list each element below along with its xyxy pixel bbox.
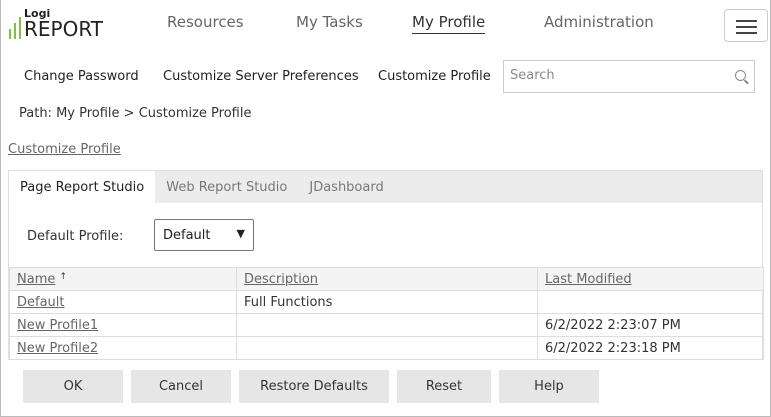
window: Logi REPORT Resources My Tasks My Profile… — [0, 0, 771, 417]
profile-name-link[interactable]: New Profile1 — [17, 318, 98, 333]
modified-cell: 6/2/2022 2:23:07 PM — [537, 313, 764, 337]
customize-profile-link[interactable]: Customize Profile — [8, 142, 121, 157]
modified-cell — [537, 290, 764, 314]
hamburger-menu-button[interactable] — [724, 9, 768, 42]
logi-report-logo[interactable]: Logi REPORT — [9, 8, 103, 39]
logo-main: REPORT — [24, 17, 103, 41]
logo-bars-icon — [9, 11, 21, 39]
header-last-modified[interactable]: Last Modified — [545, 272, 632, 287]
description-cell — [236, 313, 538, 337]
reset-button[interactable]: Reset — [397, 370, 491, 403]
nav-administration[interactable]: Administration — [544, 13, 654, 31]
tab-web-report-studio[interactable]: Web Report Studio — [155, 171, 298, 203]
tab-page-report-studio[interactable]: Page Report Studio — [9, 171, 156, 203]
default-profile-label: Default Profile: — [27, 229, 124, 244]
chevron-down-icon: ▼ — [236, 227, 245, 240]
restore-defaults-button[interactable]: Restore Defaults — [239, 370, 389, 403]
breadcrumb: Path: My Profile > Customize Profile — [19, 106, 252, 121]
search-input[interactable]: Search — [503, 60, 755, 93]
nav-resources[interactable]: Resources — [167, 13, 244, 31]
header-name[interactable]: Name — [17, 272, 55, 287]
cancel-button[interactable]: Cancel — [131, 370, 231, 403]
description-cell — [236, 336, 538, 360]
search-placeholder: Search — [510, 68, 555, 83]
description-cell: Full Functions — [236, 290, 538, 314]
nav-my-profile[interactable]: My Profile — [412, 13, 486, 34]
subnav-customize-profile[interactable]: Customize Profile — [378, 69, 491, 84]
modified-cell: 6/2/2022 2:23:18 PM — [537, 336, 764, 360]
select-value: Default — [163, 228, 211, 243]
header-description[interactable]: Description — [244, 272, 318, 287]
nav-my-tasks[interactable]: My Tasks — [296, 13, 363, 31]
sort-ascending-icon: ↑ — [59, 271, 68, 282]
default-profile-select[interactable]: Default ▼ — [154, 219, 254, 251]
subnav-change-password[interactable]: Change Password — [24, 69, 139, 84]
table-row[interactable]: New Profile1 6/2/2022 2:23:07 PM — [9, 313, 764, 337]
table-row[interactable]: New Profile2 6/2/2022 2:23:18 PM — [9, 336, 764, 360]
profile-name-link[interactable]: Default — [17, 295, 65, 310]
ok-button[interactable]: OK — [23, 370, 123, 403]
profile-panel: Page Report Studio Web Report Studio JDa… — [8, 170, 764, 360]
search-icon[interactable] — [735, 70, 746, 81]
profile-name-link[interactable]: New Profile2 — [17, 341, 98, 356]
table-row[interactable]: Default Full Functions — [9, 290, 764, 314]
help-button[interactable]: Help — [499, 370, 599, 403]
profiles-table: Name ↑ Description Last Modified Default… — [9, 267, 764, 360]
subnav-customize-server-preferences[interactable]: Customize Server Preferences — [163, 69, 359, 84]
tab-jdashboard[interactable]: JDashboard — [298, 171, 394, 203]
